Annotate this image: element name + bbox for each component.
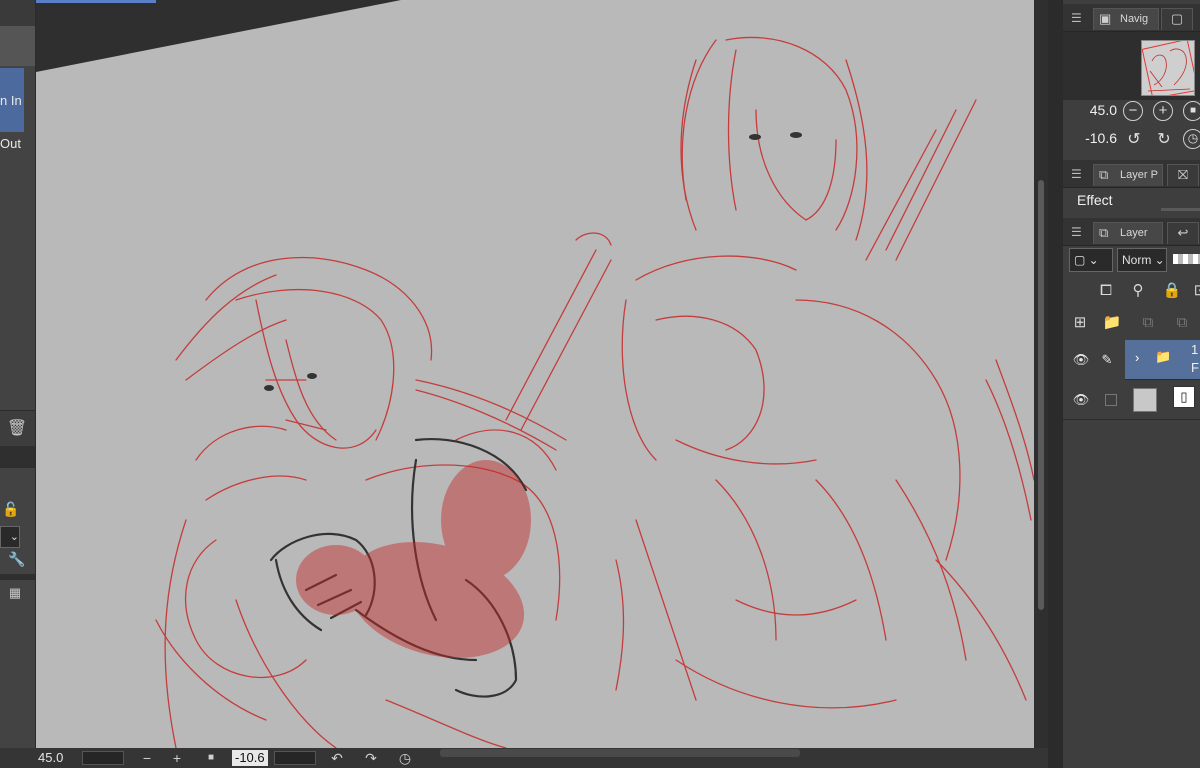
zoom-in-icon[interactable]: + (1153, 101, 1173, 121)
red-arm-shading (296, 460, 531, 659)
effect-row: Effect (1063, 188, 1200, 212)
paper-thumbnail (1133, 388, 1157, 412)
navigator-rotation-value[interactable]: -10.6 (1085, 130, 1117, 146)
blend-mode-select[interactable]: Norm ⌄ (1117, 248, 1167, 272)
zoom-out-icon[interactable]: − (1123, 101, 1143, 121)
layer-row-controls: 👁 ✎ (1063, 340, 1125, 380)
film-icon[interactable]: ▦ (4, 582, 26, 604)
layer-row-folder[interactable]: 👁 ✎ › 📁 1 F (1063, 340, 1200, 380)
rotate-ccw-icon[interactable]: ↺ (1123, 129, 1145, 151)
layer-tab-label: Layer (1120, 227, 1148, 239)
layer-color-select[interactable]: ▢ ⌄ (1069, 248, 1113, 272)
lock-icon[interactable]: 🔓 (0, 498, 22, 520)
eye-icon[interactable]: 👁 (1071, 391, 1091, 409)
effect-label: Effect (1077, 192, 1113, 208)
new-layer-icon[interactable]: ⊞ (1069, 312, 1091, 334)
drawing-canvas[interactable] (36, 0, 1034, 748)
left-dropdown[interactable]: ⌄ (0, 526, 20, 548)
transfer-down-icon[interactable]: ⧉ (1137, 312, 1159, 334)
fit-view-button[interactable]: ■ (202, 749, 220, 767)
rotate-cw-icon[interactable]: ↻ (1153, 129, 1175, 151)
left-panel-top-band (0, 0, 35, 26)
lock-layer-icon[interactable]: 🔒 (1161, 280, 1183, 302)
left-tool-panel: n In Out 🗑 🔓 ⌄ 🔧 ▦ (0, 0, 36, 768)
canvas-tab-accent (36, 0, 156, 3)
navigator-menu-icon[interactable]: ☰ (1071, 11, 1082, 25)
clip-studio-window: n In Out 🗑 🔓 ⌄ 🔧 ▦ 45.0 − + ■ -10.6 ↶ ↷ … (0, 0, 1200, 768)
layer-property-menu-icon[interactable]: ☰ (1071, 167, 1082, 181)
paper-icon: ▯ (1173, 386, 1195, 408)
status-rotation-value[interactable]: -10.6 (232, 750, 268, 766)
fit-icon[interactable]: ■ (1183, 101, 1200, 121)
lock-alpha-icon[interactable]: ⊡ (1189, 280, 1200, 302)
status-zoom-value[interactable]: 45.0 (38, 750, 63, 766)
vertical-scroll-thumb[interactable] (1038, 180, 1044, 610)
opacity-checker[interactable] (1173, 254, 1200, 264)
folder-icon: 📁 (1155, 349, 1172, 364)
layer-property-tabbar: ☰ ⧉ Layer P ⛝ (1063, 160, 1200, 188)
canvas-vertical-scrollbar[interactable] (1034, 0, 1048, 748)
tab-layer[interactable]: ⧉ Layer (1093, 222, 1163, 244)
clip-icon[interactable]: ⧠ (1095, 280, 1117, 302)
folder-layer-sub: F (1191, 360, 1199, 375)
zoom-slider[interactable] (82, 751, 124, 765)
left-panel-header (0, 26, 35, 66)
navigator-rotation-row: -10.6 ↺ ↻ ◷ (1063, 126, 1200, 152)
new-folder-icon[interactable]: 📁 (1101, 312, 1123, 334)
tab-history[interactable]: ↩ (1167, 222, 1199, 244)
trash-icon[interactable]: 🗑 (6, 418, 28, 440)
layer-property-tab-icon: ⧉ (1099, 167, 1109, 182)
layer-row-paper[interactable]: 👁 ▯ (1063, 380, 1200, 420)
red-sketch-lines (155, 36, 1034, 748)
blend-mode-value: Norm (1122, 253, 1152, 267)
navigator-tab-label: Navig (1120, 13, 1149, 25)
reset-rotate-icon[interactable]: ◷ (1183, 129, 1200, 149)
layer-actions-row: ⊞ 📁 ⧉ ⧉ (1063, 308, 1200, 338)
wrench-icon[interactable]: 🔧 (6, 548, 28, 570)
folder-layer-name: 1 (1191, 342, 1199, 357)
layer-menu-icon[interactable]: ☰ (1071, 225, 1082, 239)
panel-gutter (1048, 0, 1062, 768)
navigator-thumbnail[interactable] (1141, 40, 1195, 96)
zoom-in-button[interactable]: + (168, 749, 186, 767)
navigator-preview-area[interactable] (1063, 32, 1200, 100)
navigator-thumbnail-art (1142, 41, 1194, 95)
navigator-tabbar: ☰ ▣ Navig ▢ (1063, 4, 1200, 32)
left-panel-divider-2 (0, 574, 35, 580)
sketch-eyes (264, 132, 802, 391)
zoom-out-option[interactable]: Out (0, 136, 21, 151)
layer-property-tab-label: Layer P (1120, 169, 1158, 181)
zoom-in-option[interactable]: n In (0, 93, 22, 108)
canvas-outside-area (36, 0, 401, 72)
tab-sub-view[interactable]: ▢ (1161, 8, 1193, 30)
tab-layer-property[interactable]: ⧉ Layer P (1093, 164, 1163, 186)
rotation-slider[interactable] (274, 751, 316, 765)
rotate-left-icon[interactable]: ↶ (328, 749, 346, 767)
pen-icon[interactable]: ✎ (1097, 350, 1117, 370)
layer-tab-icon: ⧉ (1099, 225, 1109, 240)
canvas-horizontal-scrollbar[interactable] (440, 749, 800, 757)
reference-icon[interactable]: ⚲ (1127, 280, 1149, 302)
sketch-artwork (36, 0, 1034, 748)
navigator-zoom-row: 45.0 − + ■ (1063, 98, 1200, 124)
navigator-tab-icon: ▣ (1099, 11, 1112, 26)
layer-checkbox[interactable] (1105, 394, 1117, 406)
effect-divider (1161, 208, 1200, 211)
right-panels: ☰ ▣ Navig ▢ 45.0 − + ■ -10.6 ↺ ↻ ◷ ☰ ⧉ L… (1062, 0, 1200, 768)
left-panel-divider (0, 446, 35, 468)
reset-rotation-icon[interactable]: ◷ (396, 749, 414, 767)
layer-mode-row: ▢ ⌄ Norm ⌄ (1063, 244, 1200, 274)
rotate-right-icon[interactable]: ↷ (362, 749, 380, 767)
layer-tabbar: ☰ ⧉ Layer ↩ (1063, 218, 1200, 246)
layer-lock-row: ⧠ ⚲ 🔒 ⊡ (1063, 276, 1200, 306)
tab-navigator[interactable]: ▣ Navig (1093, 8, 1159, 30)
tab-layer-property-alt[interactable]: ⛝ (1167, 164, 1199, 186)
zoom-out-button[interactable]: − (138, 749, 156, 767)
folder-expand-icon[interactable]: › (1135, 350, 1139, 365)
eye-icon[interactable]: 👁 (1071, 351, 1091, 369)
merge-icon[interactable]: ⧉ (1171, 312, 1193, 334)
navigator-zoom-value[interactable]: 45.0 (1090, 102, 1117, 118)
